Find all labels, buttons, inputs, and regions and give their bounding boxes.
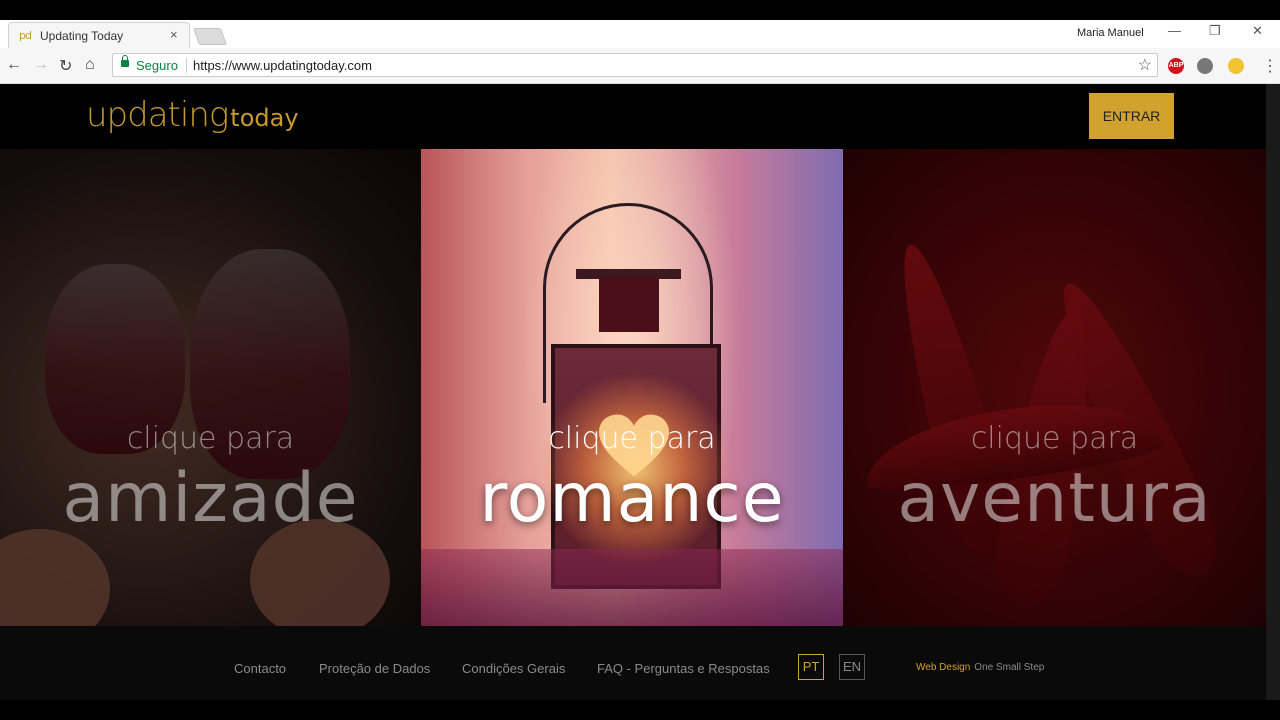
panel-overlay [0, 149, 421, 626]
forward-icon[interactable]: → [33, 56, 49, 74]
omnibox-separator [186, 58, 187, 73]
credit-company: One Small Step [974, 662, 1045, 673]
page-scrollbar[interactable] [1266, 84, 1280, 700]
site-favicon-icon: pd [19, 29, 32, 42]
panel-cta-big: aventura [897, 459, 1212, 538]
adblock-icon[interactable]: ABP [1168, 58, 1184, 74]
browser-tab[interactable]: pd Updating Today × [8, 22, 190, 48]
secure-label: Seguro [136, 58, 178, 73]
logo-sub-text: today [230, 104, 299, 132]
star-icon[interactable]: ☆ [1138, 55, 1152, 75]
footer-link-faq[interactable]: FAQ - Perguntas e Respostas [597, 661, 770, 676]
address-bar[interactable]: Seguro https://www.updatingtoday.com ☆ [112, 53, 1158, 77]
credit-label: Web Design [916, 662, 971, 673]
minimize-icon[interactable]: — [1168, 23, 1181, 38]
tab-title: Updating Today [40, 29, 124, 43]
tab-close-icon[interactable]: × [170, 27, 178, 42]
site-footer: Contacto Proteção de Dados Condições Ger… [0, 626, 1266, 700]
enter-button[interactable]: ENTRAR [1089, 93, 1174, 139]
panel-cta-small: clique para [126, 421, 295, 456]
site-header: updatingtoday ENTRAR [0, 84, 1266, 149]
footer-link-terms[interactable]: Condições Gerais [462, 661, 565, 676]
menu-icon[interactable]: ⋮ [1262, 56, 1278, 76]
close-window-icon[interactable]: ✕ [1252, 23, 1263, 39]
panel-romance[interactable]: clique para romance [421, 149, 843, 626]
web-design-credit[interactable]: Web Design One Small Step [916, 662, 1044, 673]
panel-cta-big: romance [479, 459, 785, 538]
footer-link-privacy[interactable]: Proteção de Dados [319, 661, 430, 676]
panel-adventure[interactable]: clique para aventura [843, 149, 1266, 626]
panel-cta-small: clique para [970, 421, 1139, 456]
reload-icon[interactable]: ↻ [59, 56, 72, 76]
logo-main-text: updating [86, 95, 229, 135]
extension-icon[interactable] [1197, 58, 1213, 74]
lock-icon [121, 55, 129, 67]
screen-top-strip [0, 0, 1280, 20]
panel-overlay [421, 149, 843, 626]
new-tab-button[interactable] [192, 28, 228, 45]
lang-en-button[interactable]: EN [839, 654, 865, 680]
restore-icon[interactable]: ❐ [1209, 23, 1221, 39]
panel-overlay [843, 149, 1266, 626]
lang-pt-button[interactable]: PT [798, 654, 824, 680]
footer-link-contact[interactable]: Contacto [234, 661, 286, 676]
screen-bottom-strip [0, 700, 1280, 720]
url-text[interactable]: https://www.updatingtoday.com [193, 58, 372, 73]
profile-name[interactable]: Maria Manuel [1077, 27, 1144, 39]
site-logo[interactable]: updatingtoday [86, 95, 299, 135]
panel-friendship[interactable]: clique para amizade [0, 149, 421, 626]
panel-cta-big: amizade [62, 459, 359, 538]
moon-icon[interactable] [1228, 58, 1244, 74]
home-icon[interactable]: ⌂ [85, 56, 95, 74]
panel-cta-small: clique para [548, 421, 716, 456]
back-icon[interactable]: ← [6, 56, 22, 74]
